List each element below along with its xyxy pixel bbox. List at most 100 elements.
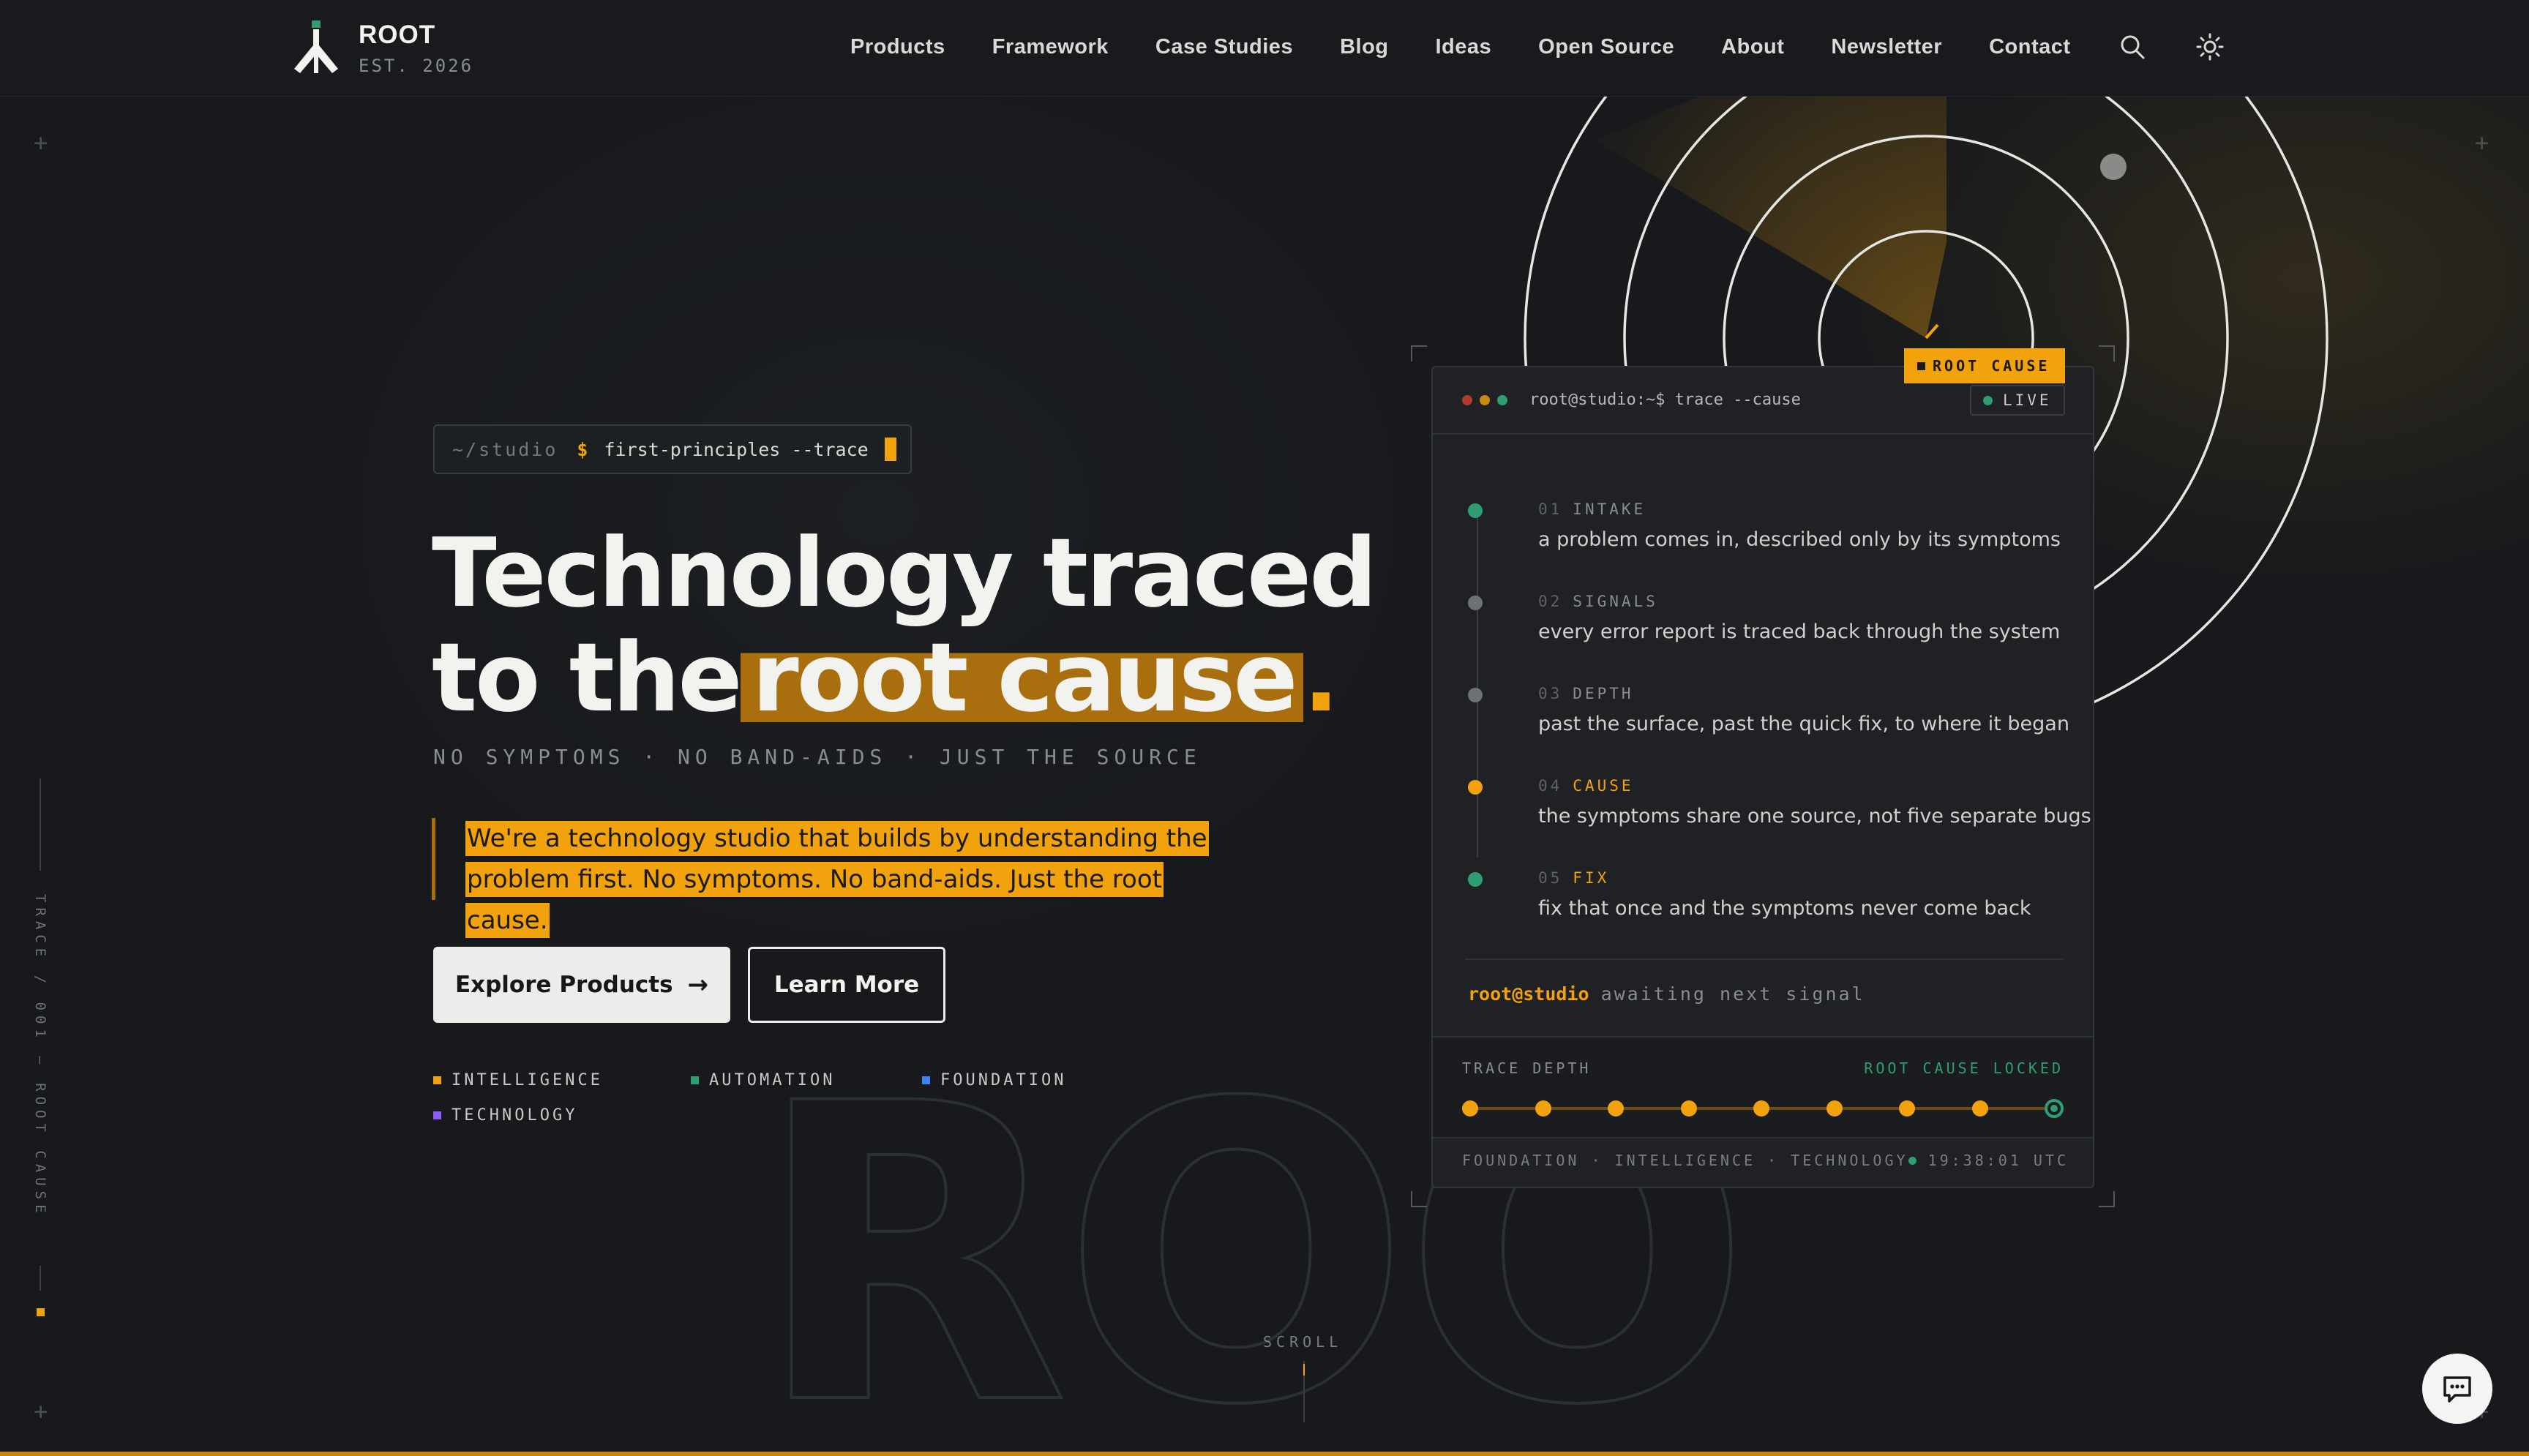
pillar-square-icon: [691, 1076, 699, 1084]
step-number: 05: [1538, 869, 1563, 887]
step-bullet: [1468, 872, 1483, 887]
step-label: 05 FIX: [1538, 869, 1609, 887]
live-badge: LIVE: [1970, 385, 2065, 416]
live-label: LIVE: [2003, 391, 2052, 409]
nav-item-open-source[interactable]: Open Source: [1538, 35, 1674, 59]
hero-description-text: We're a technology studio that builds by…: [465, 821, 1209, 938]
prompt-path: ~/studio: [452, 438, 558, 460]
nav-item-framework[interactable]: Framework: [992, 35, 1109, 59]
panel-corner: [2099, 1191, 2115, 1207]
tag-square-icon: [1917, 361, 1925, 370]
trace-depth-dot: [1535, 1100, 1551, 1117]
step-number: 01: [1538, 500, 1563, 518]
step-bullet: [1468, 780, 1483, 795]
hero-title-line-2: to the: [432, 622, 743, 733]
pillar-label: FOUNDATION: [940, 1071, 1067, 1089]
chat-button[interactable]: [2422, 1354, 2492, 1424]
step-description: every error report is traced back throug…: [1538, 620, 2061, 643]
trace-status: ROOT CAUSE LOCKED: [1864, 1059, 2064, 1077]
awaiting-user: root@studio: [1468, 983, 1589, 1005]
corner-plus-icon: +: [34, 129, 48, 157]
hero-title-highlight: root cause: [740, 622, 1303, 733]
step-description: the symptoms share one source, not five …: [1538, 805, 2091, 828]
panel-clock: 19:38:01 UTC: [1908, 1152, 2069, 1169]
panel-footer: FOUNDATION · INTELLIGENCE · TECHNOLOGY 1…: [1462, 1152, 2066, 1169]
clock-dot-icon: [1908, 1156, 1917, 1165]
trace-depth-dot: [1462, 1100, 1478, 1117]
learn-more-button[interactable]: Learn More: [748, 947, 945, 1023]
trace-depth-dot: [1899, 1100, 1915, 1117]
step-label: 04 CAUSE: [1538, 777, 1634, 795]
pillar-square-icon: [433, 1076, 441, 1084]
step-bullet: [1468, 596, 1483, 610]
window-controls: [1462, 395, 1515, 405]
steps-connector: [1477, 514, 1478, 858]
step-name: INTAKE: [1573, 500, 1646, 518]
hero-tagline: NO SYMPTOMS · NO BAND-AIDS · JUST THE SO…: [433, 745, 1202, 769]
close-dot-icon: [1462, 395, 1472, 405]
pillar-intelligence: INTELLIGENCE: [433, 1071, 603, 1089]
terminal-prompt: ~/studio $ first-principles --trace: [433, 424, 912, 474]
site-header: ROOT EST. 2026 Products Framework Case S…: [0, 0, 2529, 97]
search-icon[interactable]: [2118, 32, 2147, 61]
root-cause-label: ROOT CAUSE: [1933, 357, 2050, 375]
trace-depth-dot: [1826, 1100, 1843, 1117]
step-label: 02 SIGNALS: [1538, 593, 1658, 610]
hero-title-line-1: Technology traced: [432, 517, 1377, 628]
main-nav: Products Framework Case Studies Blog Ide…: [850, 32, 2273, 61]
step-description: fix that once and the symptoms never com…: [1538, 897, 2031, 920]
scroll-label: SCROLL: [1263, 1333, 1343, 1351]
side-rail-line: [40, 1266, 41, 1291]
minimize-dot-icon: [1480, 395, 1490, 405]
awaiting-line: root@studio awaiting next signal: [1468, 983, 1865, 1005]
nav-item-about[interactable]: About: [1721, 35, 1784, 59]
prompt-symbol: $: [577, 438, 588, 460]
panel-footer-text: FOUNDATION · INTELLIGENCE · TECHNOLOGY: [1462, 1152, 1908, 1169]
step-name: DEPTH: [1573, 685, 1634, 702]
trace-end-marker-icon: [2045, 1099, 2064, 1118]
trace-depth-dot: [1608, 1100, 1624, 1117]
step-bullet: [1468, 503, 1483, 518]
root-logo-icon: [294, 20, 338, 73]
maximize-dot-icon: [1497, 395, 1507, 405]
nav-item-ideas[interactable]: Ideas: [1436, 35, 1492, 59]
learn-more-label: Learn More: [773, 972, 920, 998]
nav-item-products[interactable]: Products: [850, 35, 945, 59]
explore-products-button[interactable]: Explore Products →: [433, 947, 730, 1023]
side-rail-marker: [37, 1308, 45, 1316]
trace-depth-section: TRACE DEPTH ROOT CAUSE LOCKED: [1433, 1036, 2093, 1138]
pillar-label: INTELLIGENCE: [452, 1071, 603, 1089]
panel-corner: [1411, 1191, 1427, 1207]
hero-title-period: .: [1303, 622, 1339, 733]
explore-products-label: Explore Products: [454, 972, 673, 998]
side-rail-text: TRACE / 001 — ROOT CAUSE: [32, 894, 48, 1218]
nav-item-contact[interactable]: Contact: [1989, 35, 2070, 59]
panel-corner: [1411, 345, 1427, 361]
scroll-tick: [1303, 1364, 1305, 1376]
side-rail-line: [40, 778, 41, 871]
pillar-label: AUTOMATION: [709, 1071, 836, 1089]
trace-terminal-panel: root@studio:~$ trace --cause LIVE 01 INTA…: [1431, 366, 2094, 1188]
nav-item-newsletter[interactable]: Newsletter: [1831, 35, 1942, 59]
corner-plus-icon: +: [34, 1397, 48, 1425]
brand-established: EST. 2026: [359, 56, 474, 76]
bottom-accent-bar: [0, 1452, 2529, 1456]
trace-depth-label: TRACE DEPTH: [1462, 1059, 1592, 1077]
nav-item-blog[interactable]: Blog: [1340, 35, 1388, 59]
sun-icon[interactable]: [2195, 32, 2225, 61]
panel-title: root@studio:~$ trace --cause: [1529, 391, 1801, 409]
step-bullet: [1468, 688, 1483, 702]
prompt-cursor: [884, 438, 896, 461]
nav-item-case-studies[interactable]: Case Studies: [1155, 35, 1293, 59]
pillar-foundation: FOUNDATION: [922, 1071, 1066, 1089]
pillar-technology: TECHNOLOGY: [433, 1106, 577, 1125]
pillar-square-icon: [433, 1111, 441, 1119]
quote-bar: [432, 818, 435, 900]
brand[interactable]: ROOT EST. 2026: [290, 20, 473, 76]
panel-divider: [1465, 958, 2064, 960]
trace-depth-dot: [1680, 1100, 1697, 1117]
brand-name: ROOT: [359, 20, 436, 49]
pillar-square-icon: [922, 1076, 930, 1084]
scroll-indicator: [1303, 1361, 1305, 1422]
clock-time: 19:38:01 UTC: [1927, 1152, 2069, 1169]
